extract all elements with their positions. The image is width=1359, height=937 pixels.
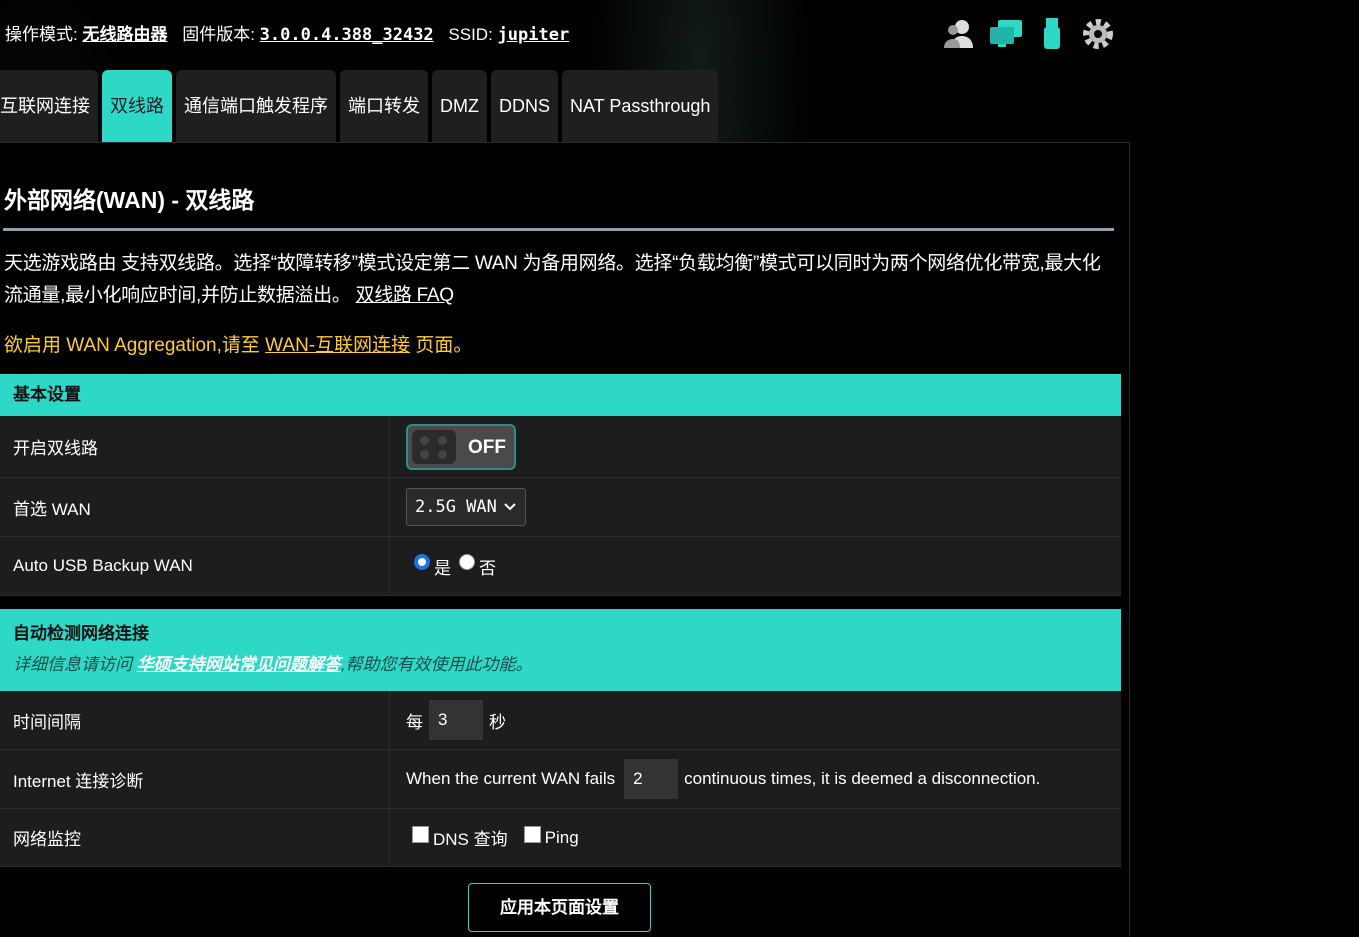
interval-row: 时间间隔 每 3 秒 bbox=[0, 691, 1121, 750]
tab-dual-wan[interactable]: 双线路 bbox=[102, 70, 172, 142]
title-divider bbox=[3, 228, 1114, 231]
status-info: 操作模式: 无线路由器 固件版本: 3.0.0.4.388_32432 SSID… bbox=[5, 20, 579, 45]
apply-button[interactable]: 应用本页面设置 bbox=[468, 883, 651, 932]
ssid-label: SSID: bbox=[448, 25, 493, 44]
status-icons bbox=[940, 14, 1124, 54]
usb-backup-row: Auto USB Backup WAN 是 否 bbox=[0, 537, 1121, 596]
network-monitor-label: 网络监控 bbox=[0, 809, 390, 866]
tab-port-trigger[interactable]: 通信端口触发程序 bbox=[176, 70, 336, 142]
network-monitor-row: 网络监控 DNS 查询 Ping bbox=[0, 809, 1121, 867]
chevron-down-icon bbox=[504, 503, 516, 511]
firmware-label: 固件版本: bbox=[182, 25, 255, 44]
page-description: 天选游戏路由 支持双线路。选择“故障转移”模式设定第二 WAN 为备用网络。选择… bbox=[4, 248, 1114, 312]
top-status-bar: 操作模式: 无线路由器 固件版本: 3.0.0.4.388_32432 SSID… bbox=[0, 0, 1359, 64]
firmware-version-link[interactable]: 3.0.0.4.388_32432 bbox=[260, 25, 434, 45]
usb-backup-yes-label: 是 bbox=[434, 558, 451, 578]
usb-backup-no-label: 否 bbox=[479, 558, 496, 578]
asus-support-faq-link[interactable]: 华硕支持网站常见问题解答 bbox=[137, 655, 341, 674]
notice-prefix: 欲启用 WAN Aggregation,请至 bbox=[4, 335, 266, 356]
dual-wan-faq-link[interactable]: 双线路 FAQ bbox=[356, 285, 455, 306]
mode-value-link[interactable]: 无线路由器 bbox=[82, 25, 167, 44]
dns-query-label: DNS 查询 bbox=[433, 830, 508, 849]
primary-wan-select[interactable]: 2.5G WAN bbox=[406, 488, 526, 526]
tab-nat-passthrough[interactable]: NAT Passthrough bbox=[562, 70, 719, 142]
usb-backup-no-radio[interactable] bbox=[459, 554, 475, 570]
wan-internet-link[interactable]: WAN-互联网连接 bbox=[265, 335, 410, 356]
auto-detect-subtext: 详细信息请访问 华硕支持网站常见问题解答,帮助您有效使用此功能。 bbox=[13, 650, 1108, 675]
usb-backup-label: Auto USB Backup WAN bbox=[0, 537, 390, 595]
subtext-prefix: 详细信息请访问 bbox=[13, 655, 137, 674]
network-monitor-icon[interactable] bbox=[986, 14, 1026, 54]
basic-settings-header: 基本设置 bbox=[0, 374, 1121, 416]
ssid-value-link[interactable]: jupiter bbox=[498, 25, 570, 45]
tab-ddns[interactable]: DDNS bbox=[491, 70, 559, 142]
dual-wan-toggle[interactable]: OFF bbox=[406, 423, 516, 470]
internet-diagnosis-label: Internet 连接诊断 bbox=[0, 750, 390, 808]
auto-detect-section: 自动检测网络连接 详细信息请访问 华硕支持网站常见问题解答,帮助您有效使用此功能… bbox=[0, 609, 1121, 867]
toggle-state-label: OFF bbox=[468, 436, 506, 458]
users-icon[interactable] bbox=[940, 14, 980, 54]
enable-dual-wan-label: 开启双线路 bbox=[0, 416, 390, 477]
diagnosis-prefix: When the current WAN fails bbox=[406, 769, 616, 788]
tab-dmz[interactable]: DMZ bbox=[432, 70, 487, 142]
primary-wan-row: 首选 WAN 2.5G WAN bbox=[0, 478, 1121, 537]
basic-settings-section: 基本设置 开启双线路 OFF 首选 WAN 2.5G WAN Auto USB … bbox=[0, 374, 1121, 596]
interval-prefix: 每 bbox=[406, 712, 423, 732]
usb-icon[interactable] bbox=[1032, 14, 1072, 54]
usb-backup-yes-radio[interactable] bbox=[414, 554, 430, 570]
auto-detect-title: 自动检测网络连接 bbox=[13, 624, 149, 643]
primary-wan-label: 首选 WAN bbox=[0, 478, 390, 536]
toggle-knob bbox=[412, 429, 456, 464]
enable-dual-wan-row: 开启双线路 OFF bbox=[0, 416, 1121, 478]
tab-internet-connection[interactable]: 互联网连接 bbox=[0, 70, 98, 142]
fail-count-input[interactable]: 2 bbox=[624, 759, 679, 799]
ping-label: Ping bbox=[544, 827, 579, 847]
tab-port-forwarding[interactable]: 端口转发 bbox=[340, 70, 428, 142]
primary-wan-value: 2.5G WAN bbox=[415, 497, 497, 517]
interval-label: 时间间隔 bbox=[0, 691, 390, 749]
diagnosis-suffix: continuous times, it is deemed a disconn… bbox=[684, 769, 1041, 788]
description-text: 天选游戏路由 支持双线路。选择“故障转移”模式设定第二 WAN 为备用网络。选择… bbox=[4, 253, 1101, 306]
ping-checkbox[interactable] bbox=[523, 826, 541, 843]
interval-unit: 秒 bbox=[489, 712, 506, 732]
page-title: 外部网络(WAN) - 双线路 bbox=[4, 187, 255, 213]
internet-diagnosis-row: Internet 连接诊断 When the current WAN fails… bbox=[0, 750, 1121, 809]
notice-suffix: 页面。 bbox=[410, 335, 473, 356]
dns-query-checkbox[interactable] bbox=[412, 826, 429, 843]
settings-gear-icon[interactable] bbox=[1078, 14, 1118, 54]
interval-input[interactable]: 3 bbox=[429, 700, 483, 740]
aggregation-notice: 欲启用 WAN Aggregation,请至 WAN-互联网连接 页面。 bbox=[4, 330, 472, 357]
subtext-suffix: ,帮助您有效使用此功能。 bbox=[340, 655, 533, 674]
wan-tabs: 互联网连接 双线路 通信端口触发程序 端口转发 DMZ DDNS NAT Pas… bbox=[0, 70, 722, 142]
auto-detect-header: 自动检测网络连接 详细信息请访问 华硕支持网站常见问题解答,帮助您有效使用此功能… bbox=[0, 609, 1121, 691]
mode-label: 操作模式: bbox=[5, 25, 78, 44]
